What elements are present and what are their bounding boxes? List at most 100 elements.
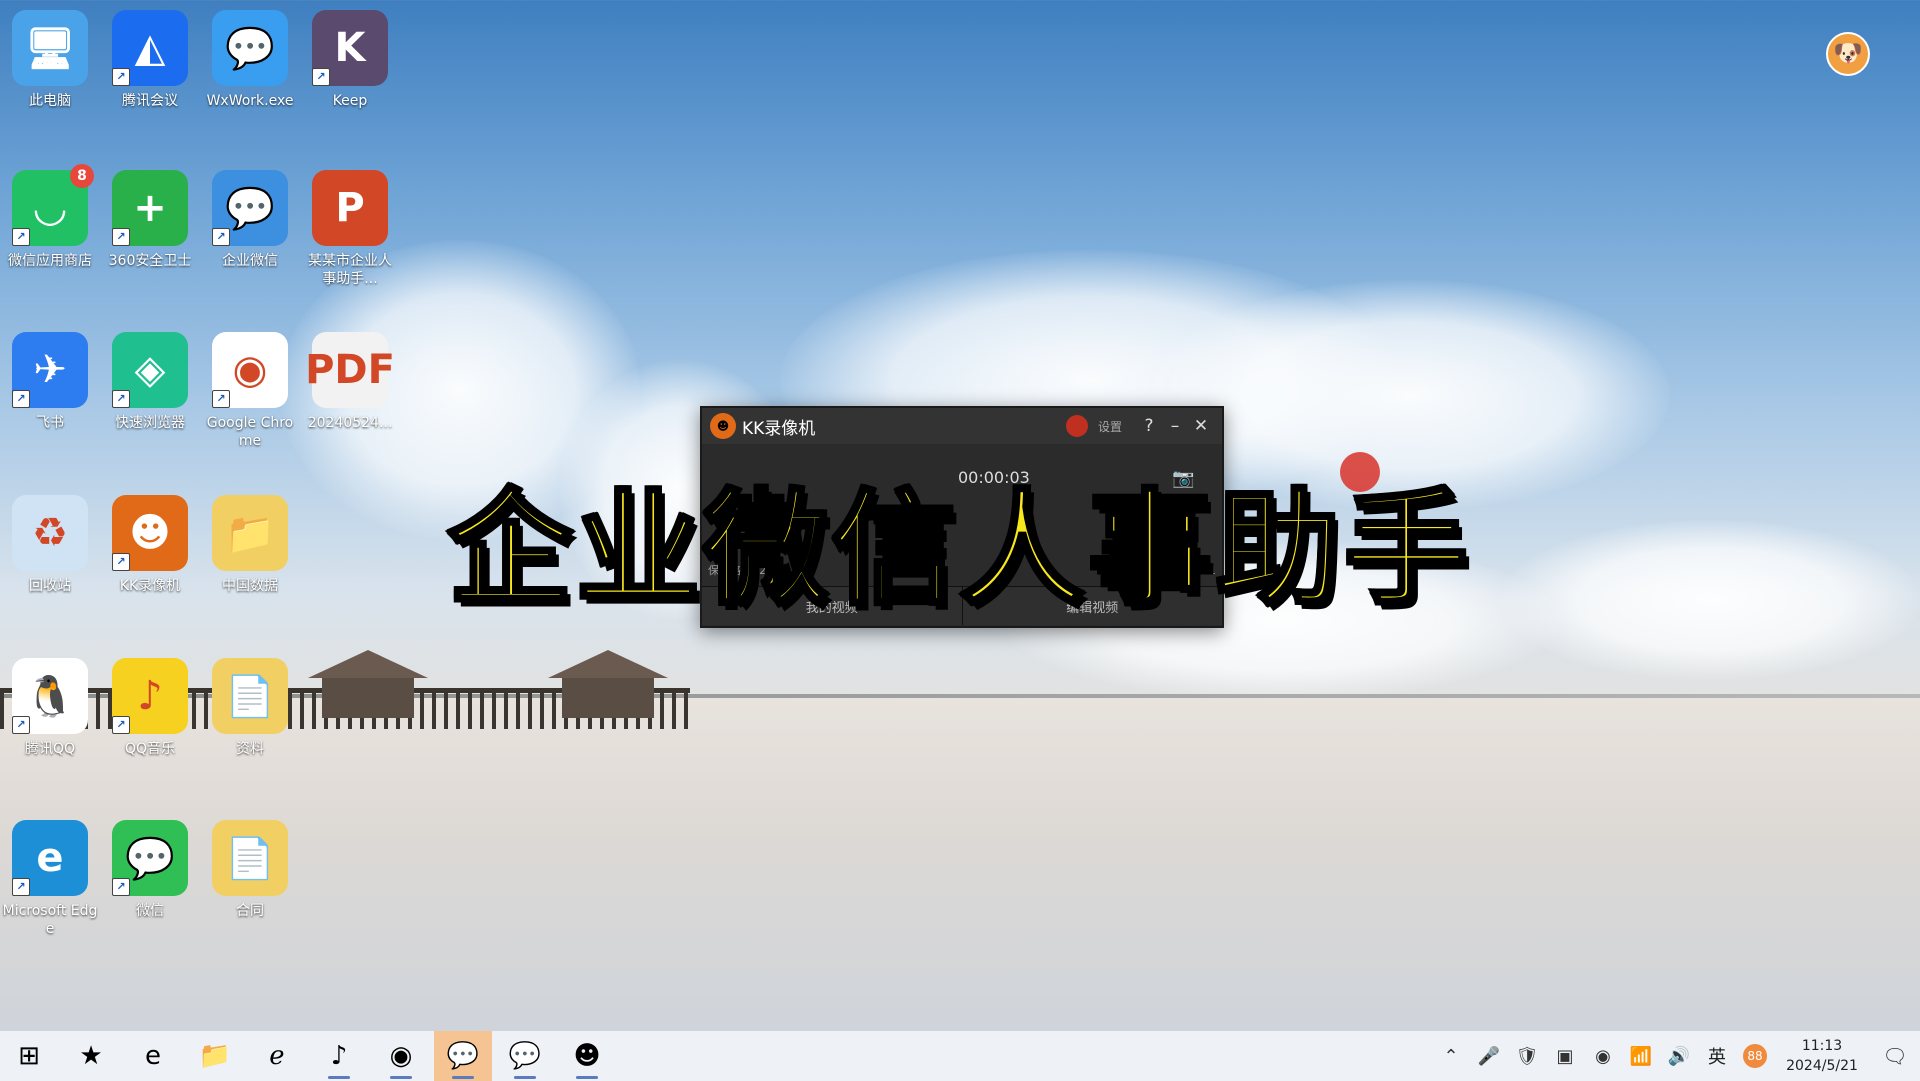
shortcut-arrow-icon: ↗: [212, 390, 230, 408]
system-clock[interactable]: 11:13 2024/5/21: [1774, 1036, 1870, 1076]
kk-logo-icon: ☻: [710, 413, 736, 439]
taskbar-kk-recorder-button[interactable]: ☻: [558, 1031, 616, 1081]
screen-app-icon[interactable]: ▣: [1546, 1046, 1584, 1067]
desktop-icon[interactable]: 📄 资料: [202, 658, 298, 758]
chrome-icon: ◉ ↗: [212, 332, 288, 408]
desktop-icon[interactable]: ◡ 8 ↗ 微信应用商店: [2, 164, 98, 270]
clock-time: 11:13: [1801, 1038, 1843, 1054]
desktop-icon[interactable]: 🐧 ↗ 腾讯QQ: [2, 658, 98, 758]
notification-center-icon[interactable]: 🗨: [1870, 1044, 1920, 1068]
kk-window-title: KK录像机: [742, 418, 816, 439]
taskbar-wecom-button[interactable]: 💬: [496, 1031, 554, 1081]
chevron-up-icon[interactable]: ⌃: [1432, 1046, 1470, 1067]
desktop-icon-label: 360安全卫士: [108, 253, 192, 269]
document-folder-icon: 📄: [212, 658, 288, 734]
desktop-icon[interactable]: 💬 ↗ 微信: [102, 820, 198, 920]
shortcut-arrow-icon: ↗: [112, 390, 130, 408]
qq-music-icon: ♪: [330, 1041, 348, 1071]
desktop-icon[interactable]: ♪ ↗ QQ音乐: [102, 658, 198, 758]
desktop-icon[interactable]: + ↗ 360安全卫士: [102, 170, 198, 270]
desktop-icon[interactable]: 🖥 此电脑: [2, 10, 98, 110]
taskbar-qq-music-button[interactable]: ♪: [310, 1031, 368, 1081]
desktop-icon-label: 企业微信: [222, 253, 278, 269]
desktop-icon-label: 某某市企业人事助手...: [308, 253, 392, 287]
wechat-icon: 💬 ↗: [112, 820, 188, 896]
taskbar-star-app-button[interactable]: ★: [62, 1031, 120, 1081]
desktop-icon-label: Keep: [332, 93, 368, 109]
desktop-icon-label: 资料: [236, 741, 264, 757]
kk-close-button[interactable]: ✕: [1188, 416, 1214, 436]
shortcut-arrow-icon: ↗: [12, 716, 30, 734]
wechat-store-icon: ◡ 8 ↗: [12, 164, 94, 246]
desktop-pet-icon[interactable]: 🐶: [1826, 32, 1870, 76]
desktop-icon-label: QQ音乐: [124, 741, 176, 757]
pier-hut: [548, 650, 668, 718]
document-folder-icon: 📄: [212, 820, 288, 896]
desktop-icon-label: 飞书: [36, 415, 64, 431]
pdf-file-icon: PDF: [305, 332, 395, 408]
edge-icon: e ↗: [12, 820, 88, 896]
shortcut-arrow-icon: ↗: [112, 68, 130, 86]
shortcut-arrow-icon: ↗: [12, 390, 30, 408]
kk-title-bar[interactable]: ☻ KK录像机 设置 ? – ✕: [702, 408, 1222, 444]
powerpoint-file-icon: P: [312, 170, 388, 246]
feishu-icon: ✈ ↗: [12, 332, 88, 408]
desktop-icon[interactable]: P 某某市企业人事助手...: [302, 170, 398, 288]
desktop-icon[interactable]: ◈ ↗ 快速浏览器: [102, 332, 198, 432]
qq-icon: 🐧 ↗: [12, 658, 88, 734]
desktop-icon[interactable]: e ↗ Microsoft Edge: [2, 820, 98, 938]
desktop-icon[interactable]: PDF 20240524...: [302, 332, 398, 432]
computer-icon: 🖥: [12, 10, 88, 86]
taskbar-apps: ⊞ ★ e 📁 ℯ ♪ ◉ 💬 💬 ☻: [0, 1031, 620, 1081]
taskbar-edge-button[interactable]: e: [124, 1031, 182, 1081]
desktop-icon-label: 微信: [136, 903, 164, 919]
shortcut-arrow-icon: ↗: [12, 228, 30, 246]
360-security-icon: + ↗: [112, 170, 188, 246]
taskbar-file-explorer-button[interactable]: 📁: [186, 1031, 244, 1081]
desktop-icon-label: Google Chrome: [206, 415, 294, 449]
ie-browser-icon: ℯ: [269, 1041, 285, 1071]
desktop-icon[interactable]: K ↗ Keep: [302, 10, 398, 110]
tencent-meeting-icon: ◭ ↗: [112, 10, 188, 86]
kk-user-avatar[interactable]: [1065, 415, 1088, 437]
shortcut-arrow-icon: ↗: [112, 228, 130, 246]
chrome-icon: ◉: [389, 1041, 413, 1071]
security-shield-icon[interactable]: 🛡: [1508, 1046, 1546, 1067]
shortcut-arrow-icon: ↗: [12, 878, 30, 896]
volume-icon[interactable]: 🔊: [1660, 1046, 1698, 1067]
desktop-icon[interactable]: ✈ ↗ 飞书: [2, 332, 98, 432]
network-icon[interactable]: 📶: [1622, 1046, 1660, 1067]
microphone-icon[interactable]: 🎤: [1470, 1046, 1508, 1067]
desktop-icon[interactable]: 📄 合同: [202, 820, 298, 920]
input-language-indicator[interactable]: 英: [1698, 1043, 1736, 1069]
qq-music-icon: ♪ ↗: [112, 658, 188, 734]
system-tray: ⌃ 🎤 🛡 ▣ ◉ 📶 🔊 英 88 11:13 2024/5/21 🗨: [1432, 1031, 1920, 1081]
wecom-icon: 💬 ↗: [212, 170, 288, 246]
taskbar-windows-start-button[interactable]: ⊞: [0, 1031, 58, 1081]
desktop-icon[interactable]: ◉ ↗ Google Chrome: [202, 332, 298, 450]
green-browser-icon: ◈ ↗: [112, 332, 188, 408]
desktop-icon[interactable]: 💬 ↗ 企业微信: [202, 170, 298, 270]
wecom-icon: 💬: [508, 1041, 542, 1071]
taskbar-wechat-button[interactable]: 💬: [434, 1031, 492, 1081]
shortcut-arrow-icon: ↗: [112, 716, 130, 734]
desktop-icon-label: 腾讯QQ: [24, 741, 76, 757]
kk-settings-button[interactable]: 设置: [1098, 418, 1122, 435]
taskbar-chrome-button[interactable]: ◉: [372, 1031, 430, 1081]
taskbar: ⊞ ★ e 📁 ℯ ♪ ◉ 💬 💬 ☻ ⌃ 🎤 🛡 ▣ ◉ 📶 🔊 英 88 11:13 2024…: [0, 1030, 1920, 1081]
kk-minimize-button[interactable]: –: [1162, 416, 1188, 436]
notification-badge: 8: [70, 164, 94, 188]
kk-help-button[interactable]: ?: [1136, 416, 1162, 436]
desktop-icon[interactable]: 💬 WxWork.exe: [202, 10, 298, 110]
clock-date: 2024/5/21: [1786, 1058, 1858, 1074]
desktop-icon-label: WxWork.exe: [206, 93, 294, 109]
desktop-icon[interactable]: ◭ ↗ 腾讯会议: [102, 10, 198, 110]
tray-badge-icon[interactable]: 88: [1736, 1044, 1774, 1068]
video-caption-overlay: 企业微信人事助手: [446, 476, 1472, 624]
desktop-icon-label: 20240524...: [307, 415, 393, 431]
shortcut-arrow-icon: ↗: [212, 228, 230, 246]
taskbar-ie-browser-button[interactable]: ℯ: [248, 1031, 306, 1081]
edge-icon: e: [145, 1041, 161, 1071]
360-tray-icon[interactable]: ◉: [1584, 1046, 1622, 1067]
desktop-icon-label: 合同: [236, 903, 264, 919]
